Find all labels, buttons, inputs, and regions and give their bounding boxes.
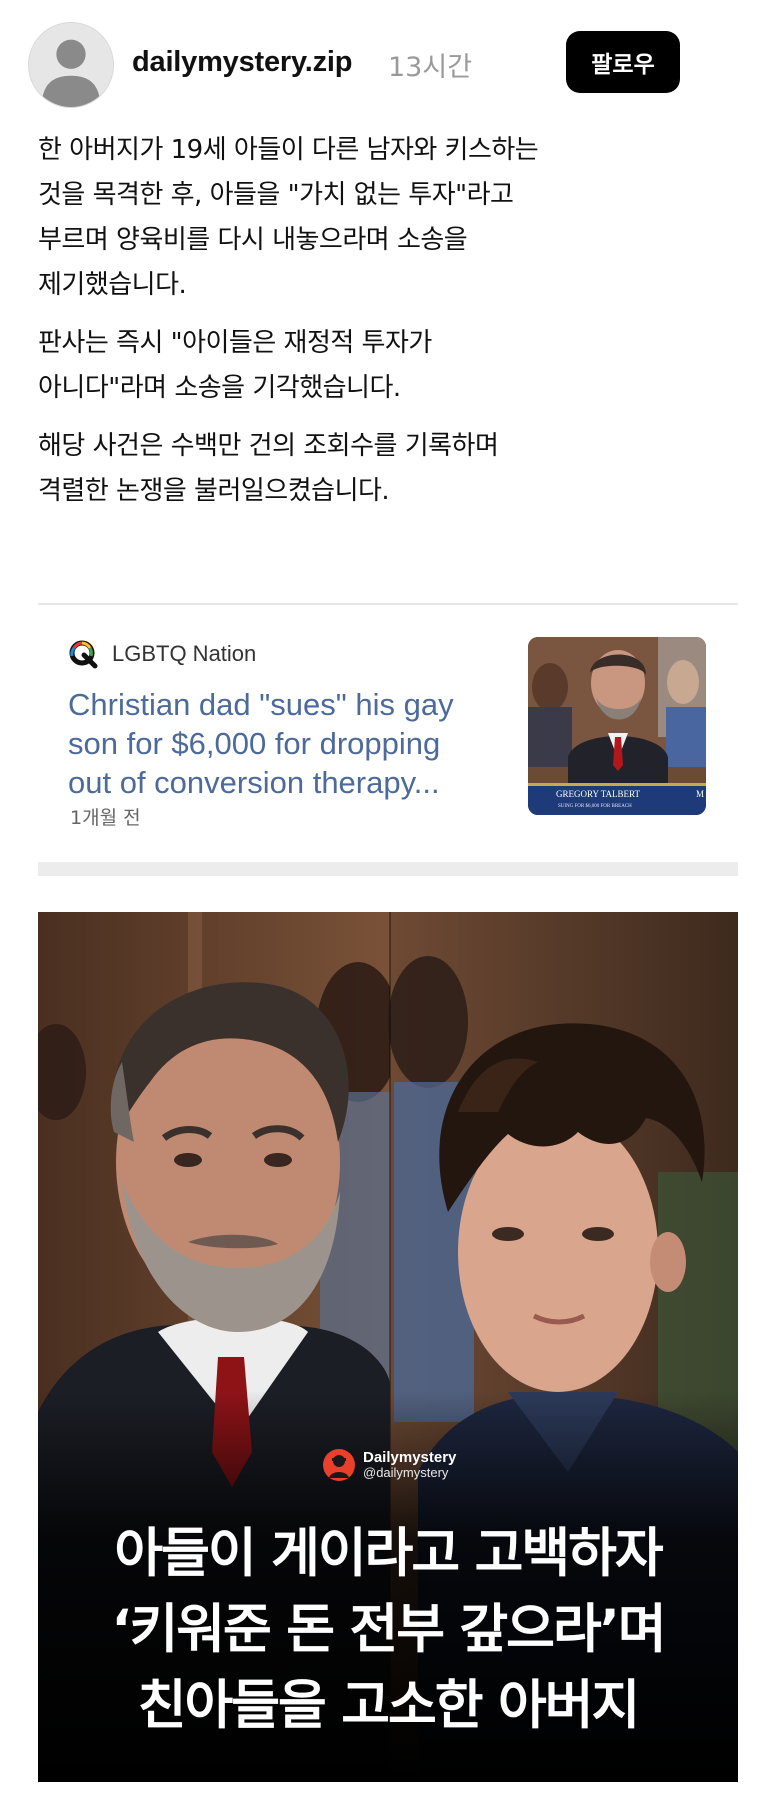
watermark-handle: @dailymystery bbox=[363, 1465, 449, 1480]
follow-button[interactable]: 팔로우 bbox=[566, 31, 680, 93]
post-header: dailymystery.zip 13시간 팔로우 bbox=[0, 0, 783, 130]
image-watermark: Dailymystery @dailymystery bbox=[322, 1448, 456, 1482]
username-link[interactable]: dailymystery.zip bbox=[132, 46, 353, 79]
thumbnail-subcaption: SUING FOR $6,000 FOR BREACH bbox=[558, 804, 632, 809]
image-headline: 아들이 게이라고 고백하자 ‘키워준 돈 전부 갚으라’며 친아들을 고소한 아… bbox=[38, 1516, 738, 1744]
link-title-line: out of conversion therapy... bbox=[68, 765, 440, 800]
link-title-line: Christian dad "sues" his gay bbox=[68, 687, 454, 722]
post-line: 아니다"라며 소송을 기각했습니다. bbox=[38, 373, 401, 403]
post-paragraph-3: 해당 사건은 수백만 건의 조회수를 기록하며 격렬한 논쟁을 불러일으켰습니다… bbox=[38, 424, 738, 514]
post-line: 한 아버지가 19세 아들이 다른 남자와 키스하는 bbox=[38, 135, 539, 165]
link-source: LGBTQ Nation bbox=[68, 639, 256, 669]
thumbnail-caption-cutoff: M bbox=[696, 789, 704, 799]
thumbnail-caption: GREGORY TALBERT bbox=[556, 789, 640, 799]
link-age: 1개월 전 bbox=[70, 807, 141, 829]
post-timestamp: 13시간 bbox=[388, 52, 473, 83]
post-image[interactable]: Dailymystery @dailymystery 아들이 게이라고 고백하자… bbox=[38, 912, 738, 1782]
link-source-name: LGBTQ Nation bbox=[112, 641, 257, 666]
post-line: 해당 사건은 수백만 건의 조회수를 기록하며 bbox=[38, 431, 499, 461]
post-paragraph-1: 한 아버지가 19세 아들이 다른 남자와 키스하는 것을 목격한 후, 아들을… bbox=[38, 128, 738, 308]
link-preview-card[interactable]: LGBTQ Nation Christian dad "sues" his ga… bbox=[38, 605, 738, 862]
headline-line: 친아들을 고소한 아버지 bbox=[137, 1675, 641, 1736]
post-line: 격렬한 논쟁을 불러일으켰습니다. bbox=[38, 476, 390, 506]
default-user-avatar-icon bbox=[29, 23, 113, 107]
post-line: 판사는 즉시 "아이들은 재정적 투자가 bbox=[38, 328, 432, 358]
post-line: 부르며 양육비를 다시 내놓으라며 소송을 bbox=[38, 225, 468, 255]
post-line: 제기했습니다. bbox=[38, 270, 187, 300]
link-title[interactable]: Christian dad "sues" his gay son for $6,… bbox=[68, 685, 488, 802]
lgbtq-nation-logo-icon bbox=[69, 640, 98, 669]
headline-line: ‘키워준 돈 전부 갚으라’며 bbox=[111, 1599, 666, 1660]
link-title-line: son for $6,000 for dropping bbox=[68, 726, 441, 761]
post-body: 한 아버지가 19세 아들이 다른 남자와 키스하는 것을 목격한 후, 아들을… bbox=[38, 128, 738, 527]
link-thumbnail[interactable]: GREGORY TALBERT M SUING FOR $6,000 FOR B… bbox=[528, 637, 706, 815]
post-line: 것을 목격한 후, 아들을 "가치 없는 투자"라고 bbox=[38, 180, 514, 210]
user-avatar[interactable] bbox=[28, 22, 114, 108]
card-divider-bottom bbox=[38, 862, 738, 876]
headline-line: 아들이 게이라고 고백하자 bbox=[114, 1523, 663, 1584]
post-paragraph-2: 판사는 즉시 "아이들은 재정적 투자가 아니다"라며 소송을 기각했습니다. bbox=[38, 321, 738, 411]
dailymystery-logo-icon bbox=[323, 1449, 355, 1481]
thumbnail-image: GREGORY TALBERT M SUING FOR $6,000 FOR B… bbox=[528, 637, 706, 815]
watermark-name: Dailymystery bbox=[363, 1449, 457, 1466]
